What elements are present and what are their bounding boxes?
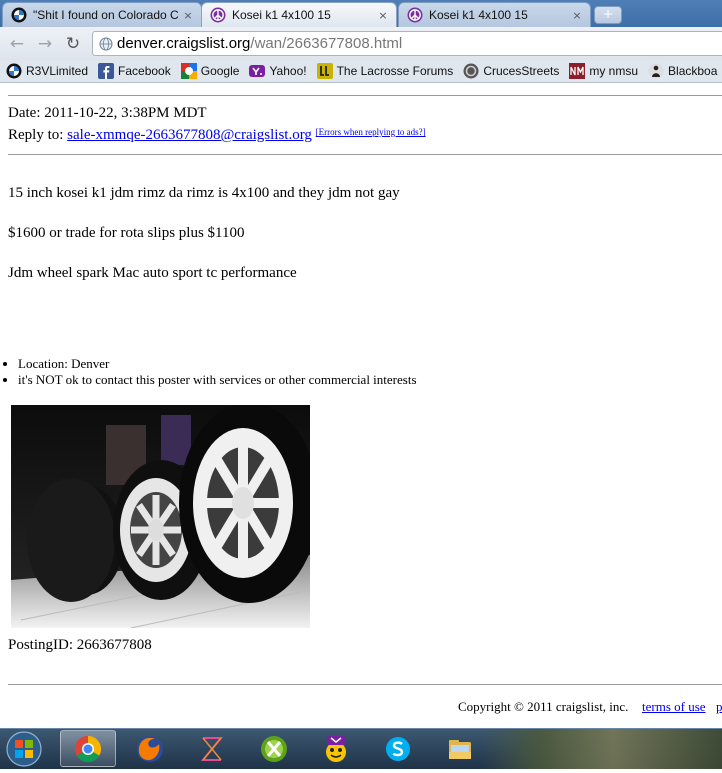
craigslist-peace-icon — [407, 7, 423, 23]
yahoo-icon — [249, 65, 266, 77]
bmw-logo-icon — [6, 63, 22, 79]
errors-replying-link[interactable]: [Errors when replying to ads?] — [316, 127, 426, 137]
taskbar-skype[interactable] — [370, 730, 426, 767]
reply-email-link[interactable]: sale-xmmqe-2663677808@craigslist.org — [67, 127, 312, 143]
bookmarks-bar: R3VLimited Facebook Google Yahoo! The La… — [0, 60, 722, 83]
bookmark-label: Blackboa — [668, 64, 718, 78]
tab-close-icon[interactable]: × — [376, 9, 390, 22]
taskbar-yahoo-messenger[interactable] — [308, 730, 364, 767]
tab-kosei-active[interactable]: Kosei k1 4x100 15 × — [201, 2, 397, 27]
bookmark-label: Facebook — [118, 64, 171, 78]
address-bar[interactable]: denver.craigslist.org/wan/2663677808.htm… — [92, 31, 722, 56]
facebook-icon — [98, 63, 115, 79]
divider — [8, 154, 722, 155]
url-text: denver.craigslist.org/wan/2663677808.htm… — [117, 35, 402, 52]
blackboard-icon — [648, 63, 664, 79]
bookmark-label: The Lacrosse Forums — [336, 64, 454, 78]
nmsu-icon — [569, 63, 586, 79]
windows-start-button[interactable] — [2, 730, 46, 768]
page-content: Date: 2011-10-22, 3:38PM MDT Reply to: s… — [0, 83, 722, 728]
windows-start-icon — [6, 731, 42, 767]
reload-button[interactable]: ↻ — [62, 33, 84, 55]
reply-label: Reply to: — [8, 127, 64, 143]
globe-icon — [99, 37, 113, 51]
taskbar-zune[interactable] — [184, 730, 240, 767]
taskbar-firefox[interactable] — [122, 730, 178, 767]
bookmark-my-nmsu[interactable]: my nmsu — [569, 63, 638, 79]
privacy-link[interactable]: p — [716, 699, 722, 715]
posting-body-line: 15 inch kosei k1 jdm rimz da rimz is 4x1… — [8, 185, 400, 201]
taskbar — [0, 728, 722, 769]
bookmark-label: R3VLimited — [26, 64, 89, 78]
skype-icon — [386, 736, 410, 761]
tab-close-icon[interactable]: × — [181, 9, 195, 22]
back-button[interactable]: ← — [6, 33, 28, 55]
taskbar-chrome[interactable] — [60, 730, 116, 767]
bookmark-label: Google — [200, 64, 240, 78]
forward-button[interactable]: → — [34, 33, 56, 55]
craigslist-peace-icon — [210, 7, 226, 23]
copyright-text: Copyright © 2011 craigslist, inc. — [458, 699, 629, 714]
bookmark-lacrosse-forums[interactable]: The Lacrosse Forums — [316, 63, 454, 79]
divider — [8, 95, 722, 96]
bookmark-blackboard[interactable]: Blackboa — [648, 63, 717, 79]
terms-of-use-link[interactable]: terms of use — [642, 699, 706, 715]
firefox-icon — [137, 735, 163, 762]
bookmark-crucesstreets[interactable]: CrucesStreets — [463, 63, 559, 79]
bookmark-label: my nmsu — [589, 64, 639, 78]
browser-toolbar: ← → ↻ denver.craigslist.org/wan/26636778… — [0, 27, 722, 60]
crucesstreets-icon — [463, 63, 479, 79]
bookmark-google[interactable]: Google — [180, 63, 240, 79]
xbox-icon — [261, 735, 287, 762]
desktop-wallpaper — [480, 729, 722, 769]
tab-colorado[interactable]: "Shit I found on Colorado C × — [2, 2, 202, 27]
bookmark-r3vlimited[interactable]: R3VLimited — [6, 63, 88, 79]
lacrosse-forums-icon — [316, 63, 333, 79]
new-tab-button[interactable]: + — [594, 6, 622, 24]
bookmark-label: Yahoo! — [269, 64, 307, 78]
taskbar-xbox[interactable] — [246, 730, 302, 767]
tab-title: Kosei k1 4x100 15 — [232, 8, 331, 22]
bookmark-yahoo[interactable]: Yahoo! — [249, 63, 307, 79]
posting-date: Date: 2011-10-22, 3:38PM MDT — [8, 105, 207, 121]
tab-title: Kosei k1 4x100 15 — [429, 8, 528, 22]
posting-attributes: Location: Denver it's NOT ok to contact … — [0, 356, 417, 388]
windows-explorer-icon — [449, 739, 471, 759]
chrome-icon — [74, 735, 102, 762]
zune-icon — [200, 736, 224, 761]
url-path: /wan/2663677808.html — [250, 35, 403, 52]
tab-strip: "Shit I found on Colorado C × Kosei k1 4… — [0, 0, 722, 27]
taskbar-windows-explorer[interactable] — [432, 730, 488, 767]
posting-body-line: Jdm wheel spark Mac auto sport tc perfor… — [8, 265, 297, 281]
google-icon — [180, 63, 197, 79]
bookmark-facebook[interactable]: Facebook — [98, 63, 171, 79]
divider — [8, 684, 722, 685]
tab-title: "Shit I found on Colorado C — [33, 8, 179, 22]
posting-body-line: $1600 or trade for rota slips plus $1100 — [8, 225, 245, 241]
tab-kosei[interactable]: Kosei k1 4x100 15 × — [398, 2, 591, 27]
contact-policy-attribute: it's NOT ok to contact this poster with … — [18, 372, 417, 388]
reply-row: Reply to: sale-xmmqe-2663677808@craigsli… — [8, 127, 426, 144]
wheel-photo[interactable] — [11, 405, 310, 628]
location-attribute: Location: Denver — [18, 356, 417, 372]
url-host: denver.craigslist.org — [117, 35, 251, 52]
bmw-logo-icon — [11, 7, 27, 23]
tab-close-icon[interactable]: × — [570, 9, 584, 22]
yahoo-messenger-icon — [326, 735, 346, 762]
bookmark-label: CrucesStreets — [483, 64, 560, 78]
posting-id: PostingID: 2663677808 — [8, 637, 152, 653]
